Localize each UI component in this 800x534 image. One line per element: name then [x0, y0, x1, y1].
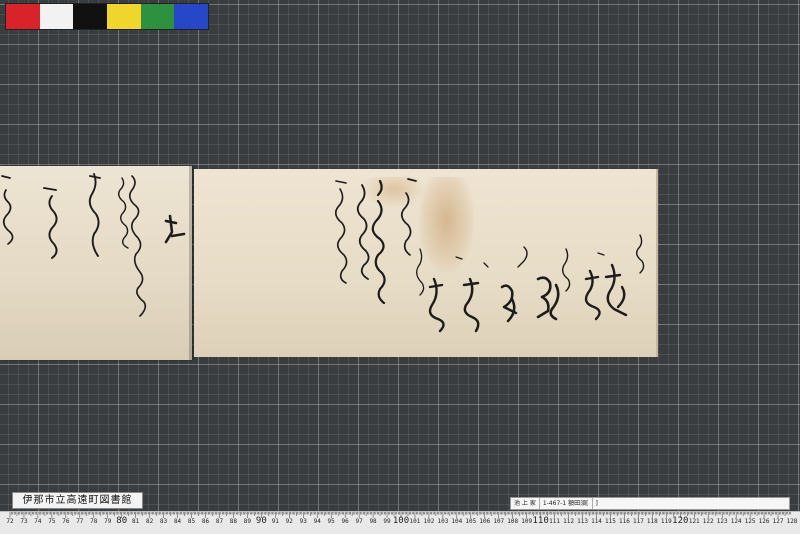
ruler-number: 115 — [605, 518, 616, 525]
ruler-number: 116 — [619, 518, 630, 525]
ruler-number: 98 — [369, 518, 377, 525]
color-swatch — [39, 4, 74, 29]
ruler-number: 97 — [355, 518, 363, 525]
color-calibration-chart — [5, 3, 209, 30]
color-swatch — [107, 4, 141, 29]
ruler-number: 107 — [493, 518, 505, 525]
ruler-number: 74 — [34, 518, 42, 525]
script-column — [128, 175, 147, 317]
ruler-number: 86 — [201, 518, 210, 525]
ruler-number: 117 — [632, 518, 644, 525]
ruler-number: 119 — [660, 518, 672, 525]
ruler-number: 91 — [271, 518, 279, 525]
ruler-number: 73 — [20, 518, 28, 525]
ruler-number: 82 — [146, 518, 154, 525]
ruler-number: 75 — [48, 518, 56, 525]
color-swatch — [6, 4, 40, 29]
script-column — [536, 276, 560, 321]
ruler-number: 104 — [451, 518, 463, 525]
ruler-number: 81 — [132, 518, 140, 525]
ruler-number: 100 — [392, 516, 410, 526]
ruler-number: 92 — [285, 518, 293, 525]
ruler-number: 87 — [215, 518, 224, 525]
script-column — [635, 234, 645, 274]
scroll-right-sheet — [194, 169, 658, 357]
ruler-number: 124 — [730, 518, 742, 525]
script-column — [604, 263, 628, 317]
scroll-left-sheet — [0, 166, 192, 360]
ruler-number: 103 — [437, 518, 449, 525]
ruler-number: 105 — [465, 518, 477, 525]
script-column — [356, 184, 370, 280]
ruler-number: 84 — [173, 518, 182, 525]
ruler-number: 106 — [479, 518, 491, 525]
heading-character — [164, 214, 186, 244]
script-column — [517, 246, 528, 268]
ruler-number: 85 — [187, 518, 196, 525]
script-column — [584, 269, 601, 321]
script-column — [500, 284, 518, 323]
library-label: 伊那市立高遠町図書館 — [12, 492, 143, 509]
ruler-number: 126 — [758, 518, 770, 525]
right-sheet-calligraphy — [334, 178, 645, 333]
left-sheet-calligraphy — [1, 173, 186, 317]
ruler-number: 99 — [383, 518, 391, 525]
ruler-number: 72 — [6, 518, 14, 525]
ruler-number: 121 — [688, 518, 700, 525]
ruler-number: 110 — [532, 516, 549, 526]
color-swatch — [174, 4, 209, 29]
ruler-number: 95 — [327, 518, 335, 525]
catalog-cell: 1-467-1 額田須[ — [540, 498, 593, 509]
ruler-number: 122 — [702, 518, 714, 525]
script-column — [462, 277, 480, 333]
ruler-number: 111 — [549, 518, 561, 525]
measurement-ruler: 72 73 74 75 76 77 78 79 80 81 82 83 84 85 86 87 88 89 90 91… — [0, 511, 800, 534]
ruler-number: 93 — [299, 518, 307, 525]
script-column — [400, 178, 417, 256]
script-column — [428, 277, 445, 333]
ruler-number: 128 — [786, 518, 798, 525]
ruler-number: 112 — [563, 518, 574, 525]
script-column — [43, 187, 58, 259]
ruler-number: 76 — [62, 518, 70, 525]
script-column — [455, 256, 489, 268]
script-column — [1, 175, 14, 245]
ruler-number: 109 — [521, 518, 533, 525]
ruler-number: 108 — [507, 518, 519, 525]
script-column — [334, 180, 348, 284]
ruler-number: 123 — [716, 518, 728, 525]
script-column — [117, 177, 129, 249]
ruler-number: 102 — [423, 518, 435, 525]
ruler-number: 89 — [243, 518, 252, 525]
script-column — [597, 252, 605, 256]
color-swatch — [73, 4, 108, 29]
ruler-number: 118 — [646, 518, 658, 525]
ruler-number: 77 — [76, 518, 84, 525]
ruler-numbers: 72 73 74 75 76 77 78 79 80 81 82 83 84 85 86 87 88 89 90 91… — [0, 516, 800, 532]
ruler-number: 96 — [341, 518, 349, 525]
ruler-number: 101 — [409, 518, 421, 525]
script-column — [561, 248, 571, 292]
color-swatch — [140, 4, 175, 29]
script-column — [371, 179, 386, 305]
ruler-number: 80 — [116, 516, 128, 526]
ruler-number: 127 — [772, 518, 784, 525]
ruler-number: 83 — [159, 518, 168, 525]
ruler-number: 79 — [104, 518, 112, 525]
ruler-number: 90 — [255, 516, 267, 526]
script-column — [416, 248, 425, 296]
ruler-number: 78 — [90, 518, 98, 525]
catalog-cell: ] — [595, 500, 598, 507]
catalog-strip: 池 上 家 1-467-1 額田須[] — [510, 497, 790, 510]
script-column — [88, 173, 101, 257]
ruler-number: 94 — [313, 518, 321, 525]
ruler-number: 114 — [591, 518, 602, 525]
ruler-number: 120 — [672, 516, 689, 526]
catalog-cell: 池 上 家 — [511, 498, 540, 509]
ruler-number: 88 — [229, 518, 238, 525]
ruler-number: 113 — [577, 518, 588, 525]
ruler-number: 125 — [744, 518, 756, 525]
manuscript-scroll — [0, 166, 660, 360]
